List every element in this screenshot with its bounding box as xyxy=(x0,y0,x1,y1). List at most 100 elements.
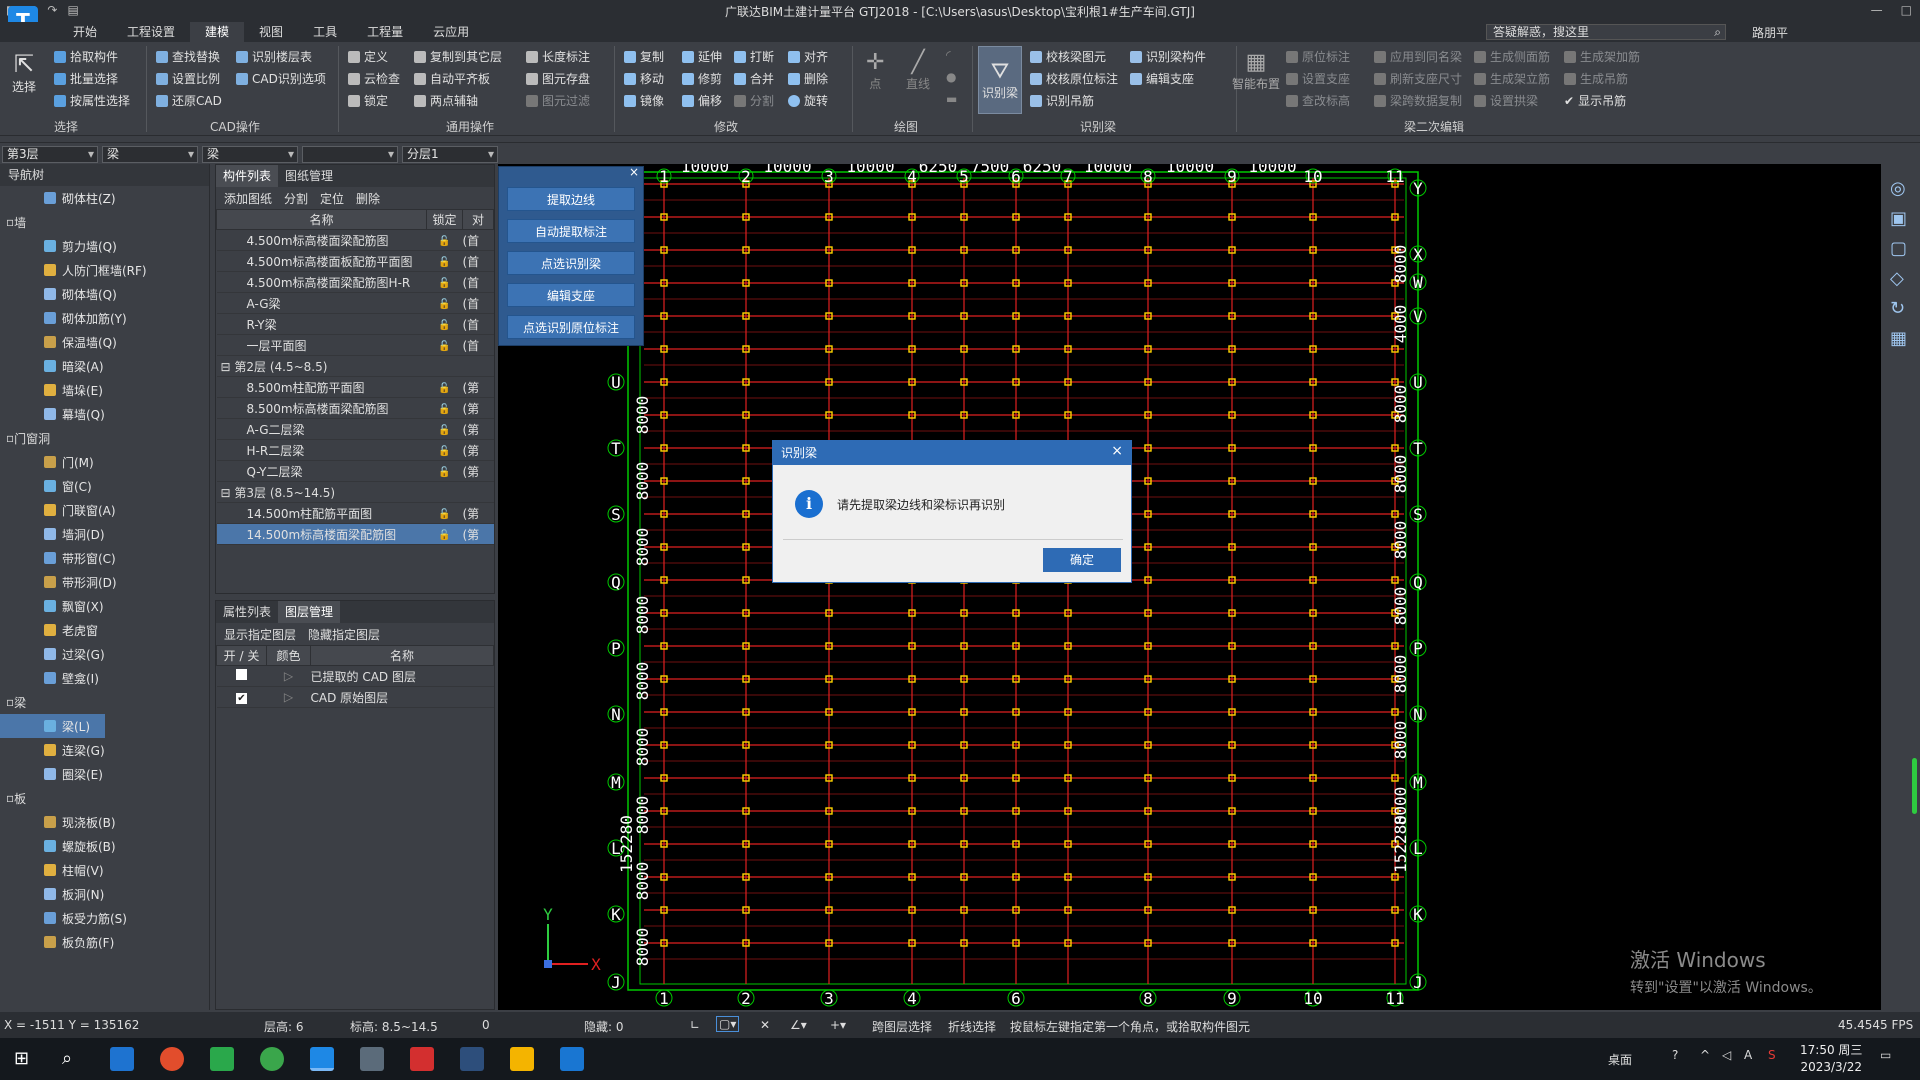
lock-icon[interactable]: 🔓 xyxy=(438,236,450,247)
collapse-icon[interactable]: ⊟ xyxy=(221,486,235,500)
auto-extract-label-button[interactable]: 自动提取标注 xyxy=(507,219,635,243)
desktop-label[interactable]: 桌面 xyxy=(1608,1051,1632,1068)
nav-category[interactable]: ▫ 门窗洞 xyxy=(0,426,200,450)
scroll-indicator[interactable] xyxy=(1912,758,1917,814)
nav-item[interactable]: 现浇板(B) xyxy=(0,810,200,834)
nav-item[interactable]: 板洞(N) xyxy=(0,882,200,906)
plus-icon[interactable]: +▾ xyxy=(830,1018,846,1032)
lock-icon[interactable]: 🔓 xyxy=(438,257,450,268)
check-beam-element-button[interactable]: 校核梁图元 xyxy=(1030,48,1106,65)
delete-drawing-button[interactable]: 删除 xyxy=(356,190,380,207)
span-data-copy-button[interactable]: 梁跨数据复制 xyxy=(1374,92,1462,109)
lock-icon[interactable]: 🔓 xyxy=(438,425,450,436)
menu-start[interactable]: 开始 xyxy=(58,22,112,42)
layer-row[interactable]: ✔ ▷ CAD 原始图层 xyxy=(216,686,494,708)
cad-options-button[interactable]: CAD识别选项 xyxy=(236,70,326,87)
top-view-icon[interactable]: ▣ xyxy=(1890,208,1907,229)
nav-item[interactable]: 螺旋板(B) xyxy=(0,834,200,858)
layer-split-select[interactable]: 分层1 xyxy=(402,146,498,163)
layer-toggle-checkbox[interactable] xyxy=(236,669,247,680)
edit-support-panel-button[interactable]: 编辑支座 xyxy=(507,283,635,307)
nav-item[interactable]: 壁龛(I) xyxy=(0,666,200,690)
drawing-group-row[interactable]: ⊟ 第2层 (4.5~8.5) xyxy=(216,355,494,377)
rotate-view-icon[interactable]: ↻ xyxy=(1890,298,1905,319)
identify-hanger-button[interactable]: 识别吊筋 xyxy=(1030,92,1094,109)
ok-button[interactable]: 确定 xyxy=(1043,548,1121,572)
nav-item[interactable]: 连梁(G) xyxy=(0,738,200,762)
clock[interactable]: 17:50 周三 2023/3/22 xyxy=(1800,1042,1862,1076)
drawing-row[interactable]: 4.500m标高楼面梁配筋图 🔓 (首 xyxy=(216,229,494,251)
nav-item[interactable]: 过梁(G) xyxy=(0,642,200,666)
set-arch-beam-button[interactable]: 设置拱梁 xyxy=(1474,92,1538,109)
drawing-row[interactable]: Q-Y二层梁 🔓 (第 xyxy=(216,460,494,482)
orbit-icon[interactable]: ◎ xyxy=(1890,178,1906,199)
nav-item[interactable]: 老虎窗 xyxy=(0,618,200,642)
hide-layer-button[interactable]: 隐藏指定图层 xyxy=(308,626,380,643)
gen-erect-rebar-button[interactable]: 生成架立筋 xyxy=(1474,70,1550,87)
mirror-button[interactable]: 镜像 xyxy=(624,92,664,109)
drawing-row[interactable]: 14.500m标高楼面梁配筋图 🔓 (第 xyxy=(216,523,494,545)
nav-item[interactable]: 带形洞(D) xyxy=(0,570,200,594)
component-name-select[interactable] xyxy=(302,146,398,163)
define-button[interactable]: 定义 xyxy=(348,48,388,65)
osnap-icon[interactable]: ✕ xyxy=(760,1018,770,1032)
cad-taskbar-icon[interactable] xyxy=(460,1047,484,1071)
delete-button[interactable]: 删除 xyxy=(788,70,828,87)
drawing-row[interactable]: 4.500m标高楼面梁配筋图H-R 🔓 (首 xyxy=(216,271,494,293)
expand-icon[interactable]: ▷ xyxy=(284,690,293,704)
nav-item[interactable]: 板受力筋(S) xyxy=(0,906,200,930)
nav-item[interactable]: 带形窗(C) xyxy=(0,546,200,570)
layer-row[interactable]: ▷ 已提取的 CAD 图层 xyxy=(216,665,494,687)
menu-cloud[interactable]: 云应用 xyxy=(418,22,484,42)
collapse-icon[interactable]: ⊟ xyxy=(221,360,235,374)
line-button[interactable]: ╱ 直线 xyxy=(906,50,930,92)
calculator-icon[interactable] xyxy=(360,1047,384,1071)
select-button[interactable]: ⇱ 选择 xyxy=(12,50,36,95)
lock-icon[interactable]: 🔓 xyxy=(438,530,450,541)
element-save-button[interactable]: 图元存盘 xyxy=(526,70,590,87)
collapse-icon[interactable]: ▫ xyxy=(6,215,14,229)
cross-layer-select[interactable]: 跨图层选择 xyxy=(872,1018,932,1035)
dialog-close-icon[interactable]: × xyxy=(1111,443,1123,459)
gen-side-rebar-button[interactable]: 生成侧面筋 xyxy=(1474,48,1550,65)
nav-item[interactable]: 窗(C) xyxy=(0,474,200,498)
point-identify-beam-button[interactable]: 点选识别梁 xyxy=(507,251,635,275)
query-elevation-button[interactable]: 查改标高 xyxy=(1286,92,1350,109)
menu-project-settings[interactable]: 工程设置 xyxy=(112,22,190,42)
menu-tools[interactable]: 工具 xyxy=(298,22,352,42)
angle-icon[interactable]: ∠▾ xyxy=(790,1018,807,1032)
lock-icon[interactable]: 🔓 xyxy=(438,341,450,352)
add-drawing-button[interactable]: 添加图纸 xyxy=(224,190,272,207)
break-button[interactable]: 打断 xyxy=(734,48,774,65)
drawing-row[interactable]: 一层平面图 🔓 (首 xyxy=(216,334,494,356)
lock-icon[interactable]: 🔓 xyxy=(438,299,450,310)
rotate-button[interactable]: 旋转 xyxy=(788,92,828,109)
drawing-row[interactable]: A-G二层梁 🔓 (第 xyxy=(216,418,494,440)
component-type-select[interactable]: 梁 xyxy=(102,146,198,163)
nav-category[interactable]: ▫ 板 xyxy=(0,786,200,810)
help-search-input[interactable]: 答疑解惑，搜这里 ⌕ xyxy=(1486,24,1726,40)
set-support-button[interactable]: 设置支座 xyxy=(1286,70,1350,87)
drawing-row[interactable]: 4.500m标高楼面板配筋平面图 🔓 (首 xyxy=(216,250,494,272)
open-icon[interactable]: ▤ xyxy=(67,3,78,17)
ie-icon[interactable] xyxy=(110,1047,134,1071)
offset-button[interactable]: 偏移 xyxy=(682,92,722,109)
nav-item[interactable]: 剪力墙(Q) xyxy=(0,234,200,258)
edit-support-button[interactable]: 编辑支座 xyxy=(1130,70,1194,87)
identify-floor-table-button[interactable]: 识别楼层表 xyxy=(236,48,312,65)
tab-layer-management[interactable]: 图层管理 xyxy=(278,601,341,623)
app-green-icon[interactable] xyxy=(210,1047,234,1071)
windows-start-icon[interactable]: ⊞ xyxy=(14,1048,29,1069)
nav-item[interactable]: 砌体墙(Q) xyxy=(0,282,200,306)
ime-icon[interactable]: A xyxy=(1744,1048,1752,1062)
folder-icon[interactable] xyxy=(510,1047,534,1071)
merge-button[interactable]: 合并 xyxy=(734,70,774,87)
collapse-icon[interactable]: ▫ xyxy=(6,431,14,445)
nav-item[interactable]: 保温墙(Q) xyxy=(0,330,200,354)
lock-icon[interactable]: 🔓 xyxy=(438,320,450,331)
ortho-icon[interactable]: ∟ xyxy=(690,1018,700,1032)
front-view-icon[interactable]: ▢ xyxy=(1890,238,1907,259)
point-identify-mark-button[interactable]: 点选识别原位标注 xyxy=(507,315,635,339)
nav-item[interactable]: 人防门框墙(RF) xyxy=(0,258,200,282)
apply-same-name-button[interactable]: 应用到同名梁 xyxy=(1374,48,1462,65)
